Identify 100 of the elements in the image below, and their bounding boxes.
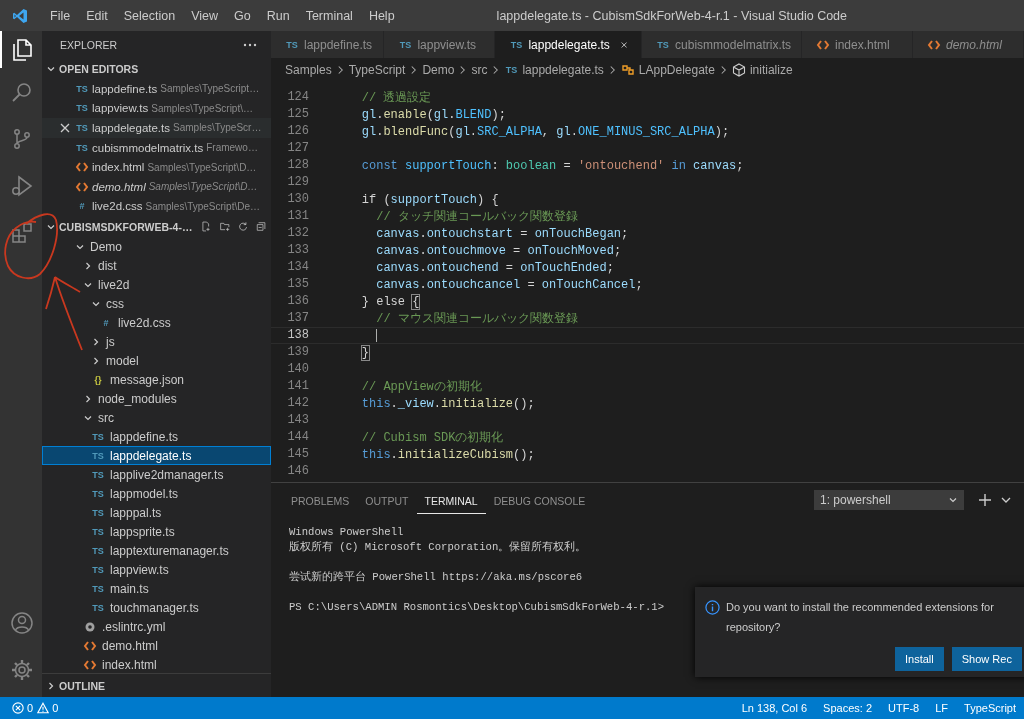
notification-text: Do you want to install the recommended extensions for bbox=[726, 600, 994, 615]
close-icon[interactable] bbox=[620, 39, 628, 50]
menu-item[interactable]: Go bbox=[226, 8, 259, 23]
chevron-right-icon bbox=[91, 336, 101, 347]
breadcrumb-item[interactable]: TypeScript bbox=[348, 63, 406, 77]
plus-icon[interactable] bbox=[978, 493, 992, 507]
warning-icon bbox=[37, 702, 50, 714]
tree-item[interactable]: TS lapppal.ts bbox=[42, 503, 271, 523]
line-number: 143 bbox=[286, 412, 309, 429]
open-editor-item[interactable]: TS cubismmodelmatrix.ts Framewo… bbox=[42, 137, 271, 158]
file-type-icon: # bbox=[99, 317, 113, 328]
notification-button[interactable]: Show Rec bbox=[951, 647, 1022, 671]
panel-tab[interactable]: PROBLEMS bbox=[283, 486, 358, 514]
breadcrumb-item[interactable]: TS lappdelegate.ts bbox=[504, 63, 604, 77]
breadcrumb-item[interactable]: src bbox=[471, 63, 488, 77]
file-type-icon: TS bbox=[75, 103, 89, 114]
breadcrumb-item[interactable]: LAppDelegate bbox=[620, 63, 715, 77]
panel-tab[interactable]: DEBUG CONSOLE bbox=[485, 486, 594, 514]
breadcrumb-item[interactable]: Samples bbox=[285, 63, 332, 77]
tree-item[interactable]: .eslintrc.yml bbox=[42, 617, 271, 637]
tree-item[interactable]: demo.html bbox=[42, 636, 271, 656]
editor-tab[interactable]: TS lappdefine.ts bbox=[271, 31, 385, 58]
menu-item[interactable]: Run bbox=[258, 8, 298, 23]
panel-tab[interactable]: TERMINAL bbox=[416, 486, 486, 514]
section-header[interactable]: OPEN EDITORS bbox=[42, 58, 271, 79]
tree-item[interactable]: src bbox=[42, 408, 271, 428]
menu-item[interactable]: File bbox=[42, 8, 79, 23]
line-number: 142 bbox=[286, 395, 309, 412]
chevron-right-icon bbox=[83, 260, 93, 271]
angle-brackets-icon bbox=[927, 39, 941, 50]
menu-item[interactable]: Help bbox=[360, 8, 403, 23]
tree-item[interactable]: js bbox=[42, 332, 271, 352]
breadcrumb-item[interactable]: initialize bbox=[731, 63, 793, 77]
tree-item[interactable]: TS lappdelegate.ts bbox=[42, 446, 271, 466]
open-editor-item[interactable]: TS lappdefine.ts Samples\TypeScript… bbox=[42, 79, 271, 99]
more-actions-icon[interactable] bbox=[243, 42, 257, 47]
menu-item[interactable]: Terminal bbox=[297, 8, 361, 23]
chevron-right-icon bbox=[492, 65, 500, 75]
terminal-select[interactable]: 1: powershell bbox=[814, 490, 964, 510]
notification-text: repository? bbox=[726, 620, 782, 635]
editor-tab[interactable]: TS lappdelegate.ts bbox=[495, 31, 643, 58]
open-editor-item[interactable]: TS lappview.ts Samples\TypeScript\… bbox=[42, 98, 271, 119]
tree-item[interactable]: # live2d.css bbox=[42, 313, 271, 333]
status-item[interactable]: Ln 138, Col 6 bbox=[741, 702, 808, 714]
angle-brackets-icon bbox=[75, 162, 89, 173]
breadcrumb-item[interactable]: Demo bbox=[422, 63, 455, 77]
error-count[interactable]: 0 bbox=[12, 702, 34, 714]
panel-tab[interactable]: OUTPUT bbox=[357, 486, 417, 514]
tree-item[interactable]: TS touchmanager.ts bbox=[42, 598, 271, 618]
code-line: // Cubism SDKの初期化 bbox=[360, 430, 504, 446]
tree-item[interactable]: model bbox=[42, 351, 271, 371]
editor-tab[interactable]: TS lappview.ts bbox=[384, 31, 496, 58]
tree-item[interactable]: TS lapplive2dmanager.ts bbox=[42, 465, 271, 485]
status-item[interactable]: LF bbox=[935, 702, 949, 714]
editor-tab[interactable]: demo.html bbox=[913, 31, 1024, 58]
line-number: 128 bbox=[286, 157, 309, 174]
line-number: 138 bbox=[286, 327, 309, 344]
tree-item[interactable]: live2d bbox=[42, 275, 271, 295]
status-item[interactable]: UTF-8 bbox=[888, 702, 920, 714]
tree-item[interactable]: node_modules bbox=[42, 389, 271, 409]
angle-brackets-icon bbox=[83, 659, 97, 670]
open-editor-item[interactable]: demo.html Samples\TypeScript\D… bbox=[42, 176, 271, 197]
warning-count[interactable]: 0 bbox=[37, 702, 59, 714]
tree-item[interactable]: TS lappdefine.ts bbox=[42, 427, 271, 447]
editor-tab[interactable]: index.html bbox=[802, 31, 913, 58]
menu-item[interactable]: Edit bbox=[78, 8, 116, 23]
editor-tab[interactable]: TS cubismmodelmatrix.ts bbox=[642, 31, 802, 58]
close-icon[interactable] bbox=[60, 123, 70, 133]
tree-item[interactable]: index.html bbox=[42, 655, 271, 673]
tree-item[interactable]: css bbox=[42, 294, 271, 314]
status-item[interactable]: Spaces: 2 bbox=[823, 702, 872, 714]
tree-item[interactable]: Demo bbox=[42, 237, 271, 257]
menu-item[interactable]: Selection bbox=[115, 8, 184, 23]
tree-item[interactable]: TS lappsprite.ts bbox=[42, 522, 271, 542]
open-editor-item[interactable]: TS lappdelegate.ts Samples\TypeScr… bbox=[42, 118, 271, 138]
tree-item[interactable]: {} message.json bbox=[42, 370, 271, 390]
open-editor-item[interactable]: index.html Samples\TypeScript\D… bbox=[42, 157, 271, 177]
code-line: // マウス関連コールバック関数登録 bbox=[375, 311, 578, 327]
section-header[interactable]: CUBISMSDKFORWEB-4-… bbox=[42, 216, 271, 238]
tree-item[interactable]: TS main.ts bbox=[42, 579, 271, 599]
menu-item[interactable]: View bbox=[183, 8, 226, 23]
tree-item[interactable]: TS lapptexturemanager.ts bbox=[42, 541, 271, 561]
tree-item[interactable]: TS lappmodel.ts bbox=[42, 484, 271, 504]
notification-button[interactable]: Install bbox=[895, 647, 944, 671]
status-item[interactable]: TypeScript bbox=[964, 702, 1016, 714]
open-editor-item[interactable]: # live2d.css Samples\TypeScript\De… bbox=[42, 196, 271, 217]
line-number: 141 bbox=[286, 378, 309, 395]
line-number: 139 bbox=[286, 344, 309, 361]
line-number: 133 bbox=[286, 242, 309, 259]
file-type-icon: TS bbox=[504, 65, 519, 75]
angle-brackets-icon bbox=[75, 181, 89, 192]
tree-item[interactable]: dist bbox=[42, 256, 271, 276]
gear-icon bbox=[83, 620, 97, 633]
chevron-right-icon bbox=[459, 65, 467, 75]
file-type-icon: TS bbox=[91, 564, 105, 575]
new-file-icon[interactable] bbox=[201, 219, 212, 235]
code-line: canvas.ontouchend = onTouchEnded; bbox=[375, 260, 614, 275]
line-number: 140 bbox=[286, 361, 309, 378]
file-type-icon: {} bbox=[91, 374, 105, 385]
tree-item[interactable]: TS lappview.ts bbox=[42, 560, 271, 580]
